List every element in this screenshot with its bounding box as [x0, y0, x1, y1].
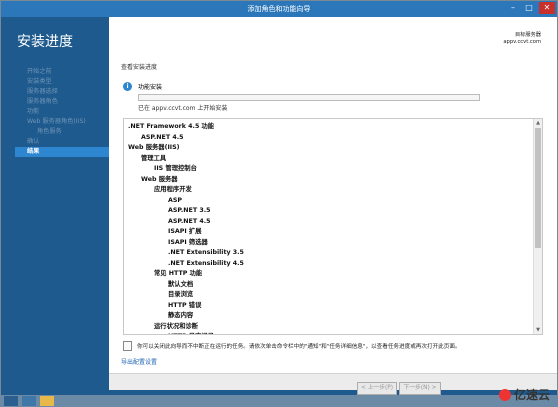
watermark-text: 亿速云: [513, 388, 550, 402]
feature-tree-item: IIS 管理控制台: [154, 165, 197, 172]
section-title: 查看安装进度: [121, 64, 158, 71]
taskbar: [0, 395, 558, 407]
feature-tree-item: 常见 HTTP 功能: [154, 270, 203, 277]
next-button[interactable]: 下一步(N) >: [399, 382, 441, 395]
feature-tree-item: .NET Extensibility 4.5: [168, 259, 244, 267]
nav-item[interactable]: 结果: [15, 147, 109, 157]
feature-tree-item: 静态内容: [168, 312, 194, 319]
feature-tree-item: ASP.NET 4.5: [141, 133, 184, 141]
maximize-icon[interactable]: □: [521, 2, 537, 14]
feature-tree-item: ASP.NET 4.5: [168, 217, 211, 225]
nav-item[interactable]: 开始之前: [15, 67, 109, 77]
feature-tree-item: .NET Framework 4.5 功能: [128, 123, 215, 130]
feature-tree-item: .NET Extensibility 3.5: [168, 249, 244, 256]
feature-tree-item: ISAPI 筛选器: [168, 238, 208, 246]
prev-button[interactable]: < 上一步(P): [357, 382, 397, 395]
feature-tree-item: ASP.NET 3.5: [168, 207, 211, 214]
nav-item[interactable]: 安装类型: [15, 77, 109, 87]
server-manager-icon[interactable]: [22, 396, 36, 406]
feature-tree-item: Web 服务器: [141, 175, 178, 183]
feature-tree-item: HTTP 错误: [168, 301, 202, 309]
target-server-name: appv.ccvt.com: [503, 39, 541, 45]
title-bar: 添加角色和功能向导 – □ ✕: [1, 1, 557, 17]
start-icon[interactable]: [4, 396, 18, 406]
logo-mark-icon: [498, 389, 511, 401]
nav-item[interactable]: 角色服务: [15, 127, 109, 137]
feature-install-label: 功能安装: [138, 84, 163, 91]
nav-item[interactable]: 服务器选择: [15, 87, 109, 97]
button-bar: [109, 373, 557, 390]
minimize-icon[interactable]: –: [505, 2, 521, 14]
main-content: 目标服务器 appv.ccvt.com 查看安装进度 i 功能安装 已在 app…: [109, 17, 557, 389]
scroll-thumb[interactable]: [535, 128, 541, 248]
target-server-label: 目标服务器: [515, 32, 541, 38]
nav-item[interactable]: 确认: [15, 137, 109, 147]
nav-item[interactable]: Web 服务器角色(IIS): [15, 117, 109, 127]
feature-tree-item: HTTP 日志记录: [128, 332, 244, 334]
nav-item[interactable]: 服务器角色: [15, 97, 109, 107]
explorer-icon[interactable]: [40, 396, 54, 406]
feature-tree-item: 运行状况和诊断: [154, 322, 199, 330]
progress-bar: [138, 94, 480, 101]
close-icon[interactable]: ✕: [539, 2, 555, 14]
nav-item[interactable]: 功能: [15, 107, 109, 117]
feature-tree-item: 管理工具: [141, 154, 167, 162]
wizard-window: 添加角色和功能向导 – □ ✕ 安装进度 开始之前 安装类型 服务器选择 服务器角色功…: [0, 0, 558, 407]
feature-tree-item: ISAPI 扩展: [168, 228, 202, 235]
feature-tree-item: ASP: [168, 196, 183, 204]
scroll-up-icon[interactable]: ▲: [534, 119, 542, 127]
feature-list[interactable]: .NET Framework 4.5 功能 ASP.NET 4.5 Web 服务器(…: [123, 118, 543, 335]
info-note: 你可以关闭此向导而不中断正在运行的任务。请依次单击命令栏中的"通知"和"任务详细…: [137, 344, 461, 350]
wizard-nav: 开始之前 安装类型 服务器选择 服务器角色 功能 Web 服务器角色(IIS) 角色服务 确认…: [15, 67, 109, 157]
scroll-down-icon[interactable]: ▼: [534, 326, 542, 334]
feature-tree-item: 默认文档: [168, 280, 194, 288]
feature-tree: .NET Framework 4.5 功能 ASP.NET 4.5 Web 服务器(…: [128, 122, 244, 334]
feature-tree-item: 目录浏览: [168, 291, 194, 298]
window-title: 添加角色和功能向导: [247, 5, 311, 13]
progress-status: 已在 appv.ccvt.com 上开始安装: [138, 105, 228, 112]
watermark-logo: 亿速云: [498, 386, 550, 403]
note-icon: [123, 341, 132, 351]
info-icon: i: [123, 82, 132, 91]
feature-tree-item: Web 服务器(IIS): [128, 144, 180, 151]
page-title: 安装进度: [17, 34, 73, 50]
export-config-link[interactable]: 导出配置设置: [121, 357, 157, 366]
target-server-block: 目标服务器 appv.ccvt.com: [503, 32, 541, 46]
feature-tree-item: 应用程序开发: [154, 186, 192, 193]
scrollbar[interactable]: ▲ ▼: [533, 119, 542, 334]
